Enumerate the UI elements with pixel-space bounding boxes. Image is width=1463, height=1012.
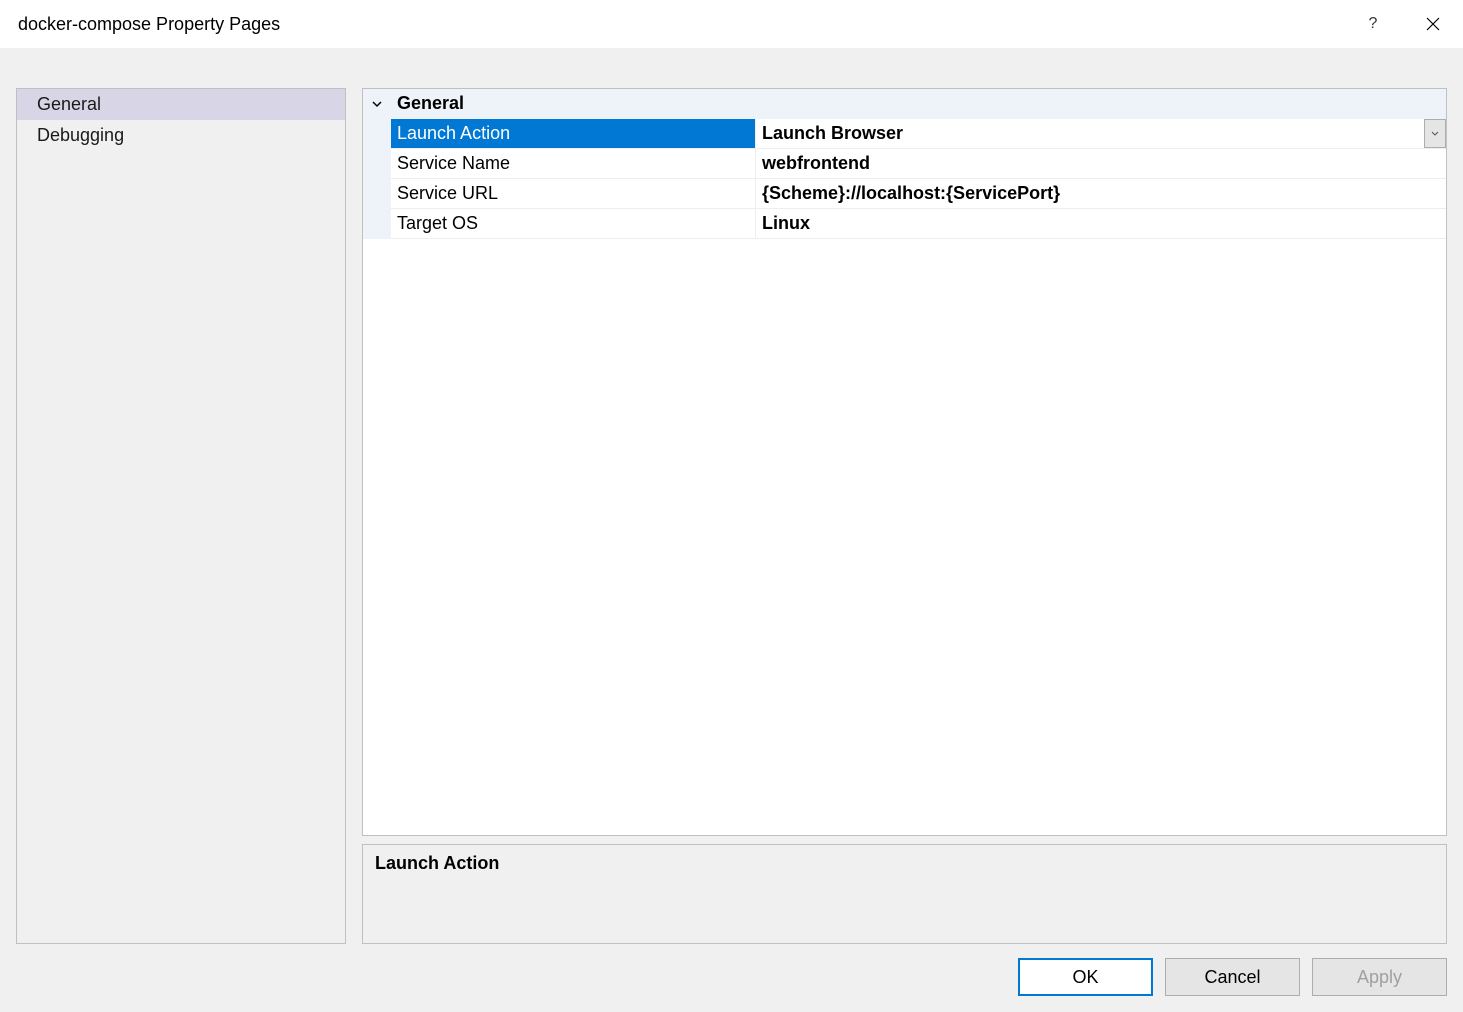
sidebar-item-label: Debugging bbox=[37, 125, 124, 145]
titlebar: docker-compose Property Pages ? bbox=[0, 0, 1463, 48]
chevron-down-icon bbox=[371, 98, 383, 110]
property-name: Service Name bbox=[391, 149, 756, 179]
property-name: Service URL bbox=[391, 179, 756, 209]
sidebar-item-label: General bbox=[37, 94, 101, 114]
close-button[interactable] bbox=[1403, 0, 1463, 48]
expand-toggle[interactable] bbox=[363, 98, 391, 110]
property-value-text: Linux bbox=[762, 213, 810, 234]
sidebar-item-general[interactable]: General bbox=[17, 89, 345, 120]
property-row-target-os[interactable]: Target OS Linux bbox=[363, 209, 1446, 239]
description-panel: Launch Action bbox=[362, 844, 1447, 944]
chevron-down-icon bbox=[1431, 130, 1439, 138]
property-row-launch-action[interactable]: Launch Action Launch Browser bbox=[363, 119, 1446, 149]
property-row-service-name[interactable]: Service Name webfrontend bbox=[363, 149, 1446, 179]
property-category-row[interactable]: General bbox=[363, 89, 1446, 119]
window-title: docker-compose Property Pages bbox=[18, 14, 280, 35]
description-title: Launch Action bbox=[375, 853, 1434, 874]
property-value[interactable]: webfrontend bbox=[756, 149, 1446, 179]
property-gutter bbox=[363, 149, 391, 179]
property-value[interactable]: Linux bbox=[756, 209, 1446, 239]
property-dropdown-button[interactable] bbox=[1424, 119, 1446, 148]
close-icon bbox=[1426, 17, 1440, 31]
property-value-text: {Scheme}://localhost:{ServicePort} bbox=[762, 183, 1060, 204]
property-grid: General Launch Action Launch Browser Ser… bbox=[362, 88, 1447, 836]
button-label: Cancel bbox=[1204, 967, 1260, 988]
property-name: Launch Action bbox=[391, 119, 756, 149]
property-row-service-url[interactable]: Service URL {Scheme}://localhost:{Servic… bbox=[363, 179, 1446, 209]
help-button[interactable]: ? bbox=[1343, 0, 1403, 48]
ok-button[interactable]: OK bbox=[1018, 958, 1153, 996]
apply-button[interactable]: Apply bbox=[1312, 958, 1447, 996]
property-value[interactable]: {Scheme}://localhost:{ServicePort} bbox=[756, 179, 1446, 209]
button-row: OK Cancel Apply bbox=[16, 944, 1447, 996]
property-name: Target OS bbox=[391, 209, 756, 239]
titlebar-controls: ? bbox=[1343, 0, 1463, 48]
button-label: OK bbox=[1072, 967, 1098, 988]
content-area: General Debugging General Launch Action bbox=[0, 48, 1463, 1012]
button-label: Apply bbox=[1357, 967, 1402, 988]
property-gutter bbox=[363, 119, 391, 149]
property-gutter bbox=[363, 179, 391, 209]
sidebar-item-debugging[interactable]: Debugging bbox=[17, 120, 345, 151]
property-value-text: Launch Browser bbox=[762, 123, 903, 144]
property-value-text: webfrontend bbox=[762, 153, 870, 174]
sidebar: General Debugging bbox=[16, 88, 346, 944]
property-gutter bbox=[363, 209, 391, 239]
right-panel: General Launch Action Launch Browser Ser… bbox=[362, 88, 1447, 944]
property-value[interactable]: Launch Browser bbox=[756, 119, 1446, 149]
cancel-button[interactable]: Cancel bbox=[1165, 958, 1300, 996]
main-panels: General Debugging General Launch Action bbox=[16, 88, 1447, 944]
property-category-label: General bbox=[391, 93, 464, 114]
